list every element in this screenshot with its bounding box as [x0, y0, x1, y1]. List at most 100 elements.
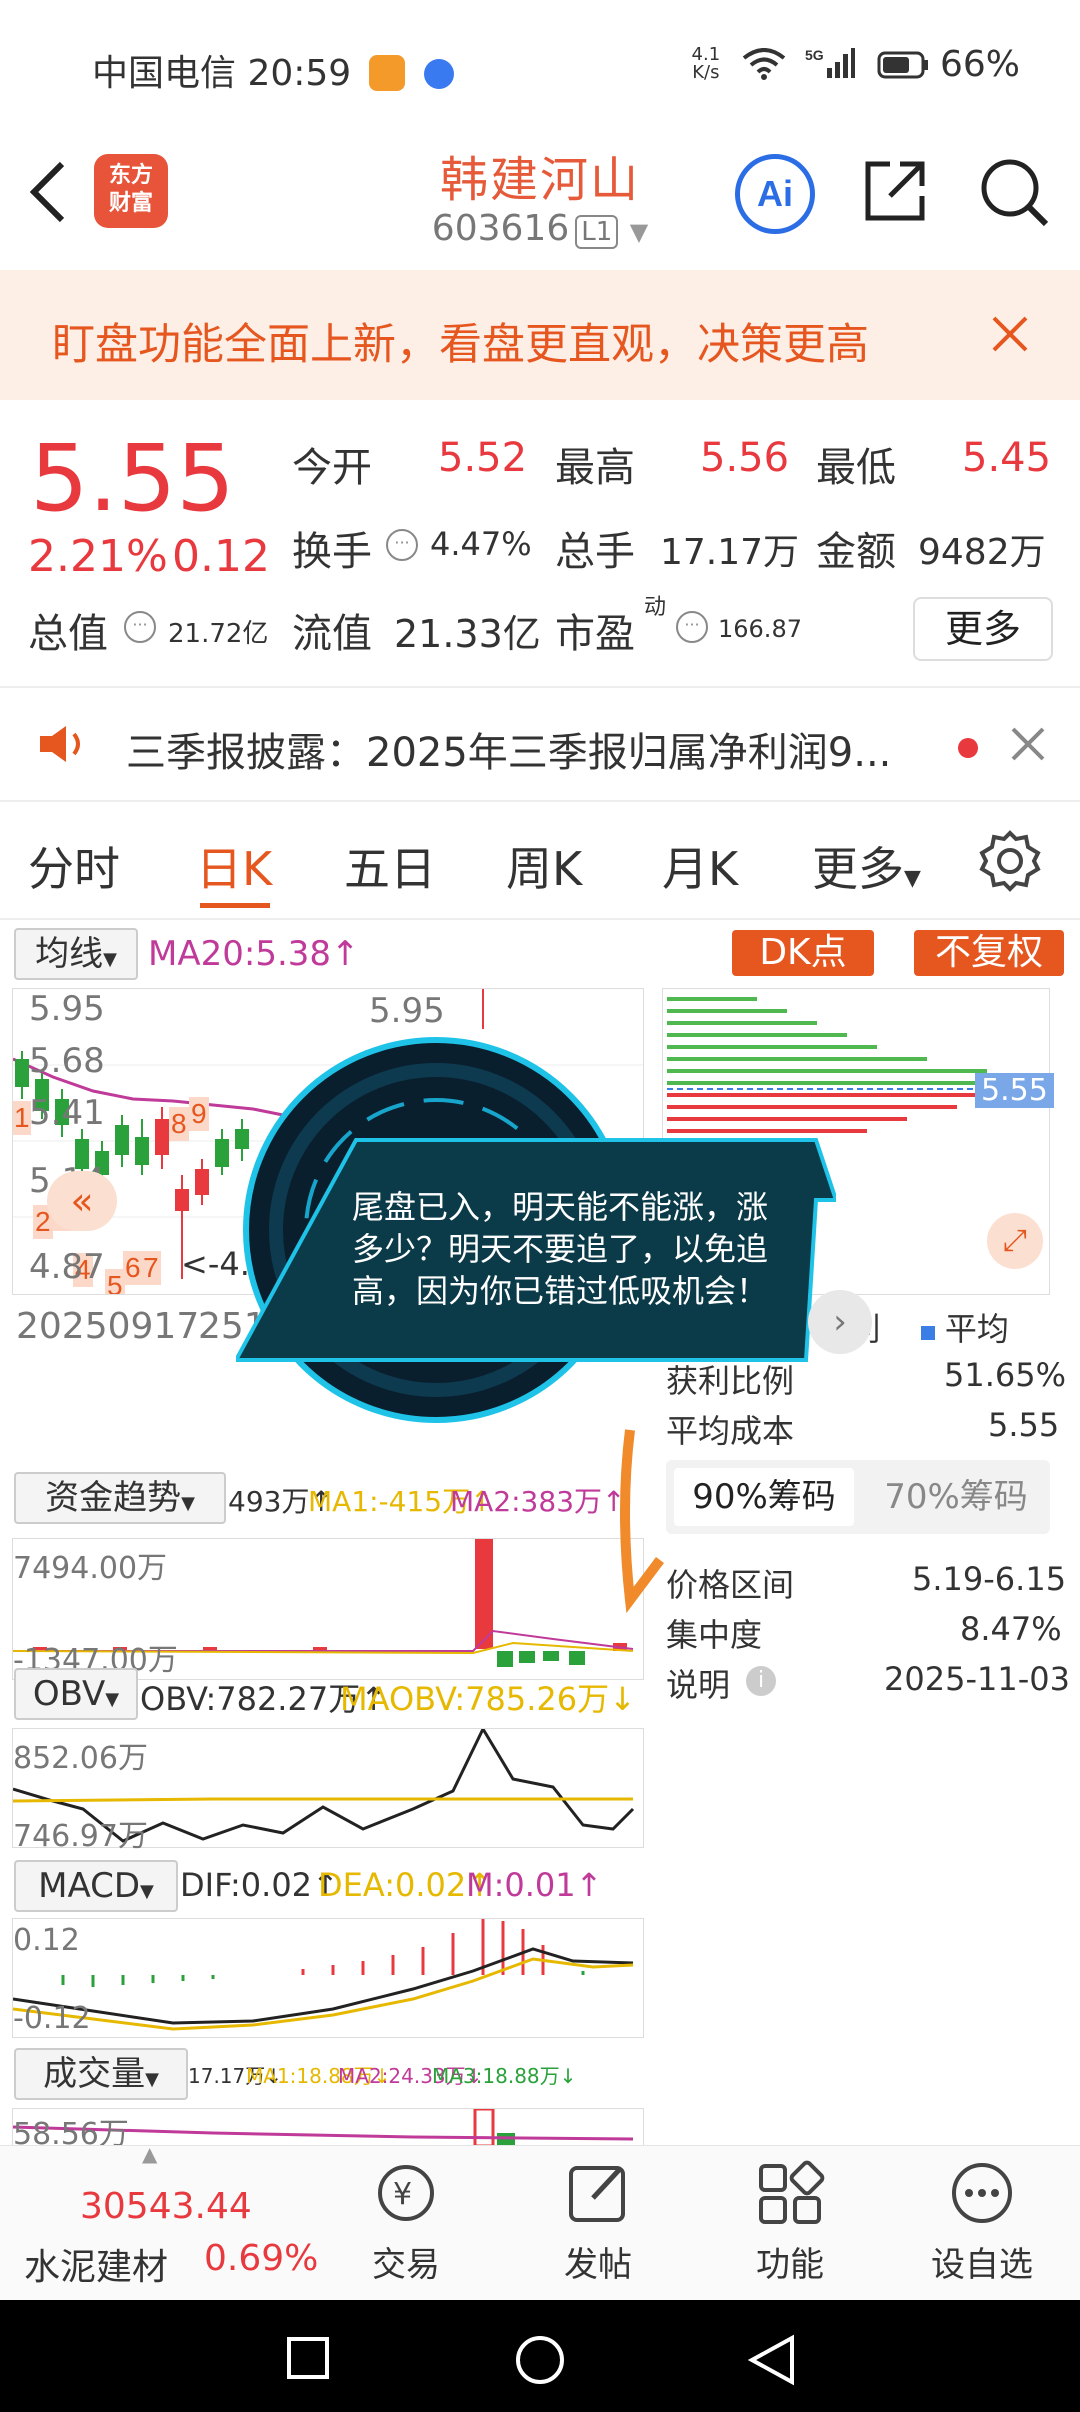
dropdown-triangle-icon: ▼ [904, 866, 921, 891]
avg-swatch [920, 1326, 935, 1340]
trade-icon: ¥ [378, 2165, 434, 2221]
macd-select[interactable]: MACD▼ [14, 1860, 178, 1912]
ma-select[interactable]: 均线▼ [14, 928, 138, 980]
fund-trend-chart[interactable]: 7494.00万 -1347.00万 [12, 1538, 644, 1680]
search-icon[interactable] [978, 156, 1050, 228]
obv-bottom-tick: 746.97万 [13, 1819, 148, 1854]
ai-button[interactable]: Ai [735, 154, 815, 234]
more-button[interactable]: 更多 [913, 597, 1053, 661]
nav-post[interactable]: 发帖 [538, 2158, 658, 2286]
status-bar: 中国电信 20:59 4.1 K/s 5G 66% [0, 0, 1080, 130]
tab-monthly-k[interactable]: 月K [662, 833, 738, 899]
note-date: 2025-11-03 [884, 1660, 1070, 1698]
volume-select[interactable]: 成交量▼ [14, 2048, 188, 2100]
clock: 20:59 [247, 53, 352, 94]
obv-select[interactable]: OBV▼ [14, 1668, 138, 1720]
index-pct: 0.69% [204, 2238, 319, 2279]
macd-chart[interactable]: 0.12 -0.12 [12, 1918, 644, 2038]
net-speed: 4.1 K/s [691, 44, 721, 83]
tab-minute[interactable]: 分时 [28, 833, 120, 899]
level-badge: L1 [575, 215, 619, 249]
close-icon[interactable] [990, 314, 1030, 354]
dropdown-triangle-icon: ▼ [103, 949, 117, 970]
banner-text: 盯盘功能全面上新，看盘更直观，决策更高 [52, 320, 869, 370]
nav-trade[interactable]: ¥ 交易 [346, 2158, 466, 2286]
pe-label: 市盈 [555, 611, 635, 657]
y-tick: 5.68 [29, 1041, 105, 1081]
volume-chart[interactable]: 58.56万 [12, 2108, 644, 2146]
tab-chip-90[interactable]: 90%筹码 [674, 1468, 854, 1526]
turnover-value: 4.47% [430, 525, 532, 563]
macd-dif: DIF:0.02↑ [180, 1866, 339, 1904]
tab-daily-k[interactable]: 日K [196, 833, 272, 899]
macd-svg [12, 1919, 634, 2031]
system-nav-bar [0, 2300, 1080, 2412]
gear-icon[interactable] [978, 829, 1042, 893]
high-label: 最高 [555, 445, 635, 491]
tab-weekly-k[interactable]: 周K [506, 833, 582, 899]
adjust-button[interactable]: 不复权 [914, 930, 1064, 976]
svg-text:5G: 5G [805, 47, 824, 63]
info-dots-icon[interactable]: ··· [124, 611, 156, 643]
more-dots-icon [952, 2163, 1012, 2223]
vol-ma3: MA3:18.88万↓ [432, 2064, 577, 2088]
tab-chip-70[interactable]: 70%筹码 [876, 1468, 1036, 1526]
dropdown-triangle-icon: ▼ [145, 2069, 159, 2090]
nav-add-watchlist[interactable]: 设自选 [922, 2158, 1042, 2286]
y-tick: 5.95 [29, 989, 105, 1029]
seq-label: 1 [14, 1102, 30, 1133]
maobv-value: MAOBV:785.26万↓ [340, 1680, 636, 1718]
obv-chart[interactable]: 852.06万 746.97万 [12, 1725, 644, 1854]
promo-banner[interactable]: 盯盘功能全面上新，看盘更直观，决策更高 [0, 270, 1080, 400]
dropdown-triangle-icon: ▼ [140, 1881, 154, 1902]
swipe-hint-arrow [620, 1429, 664, 1614]
pe-dynamic-mark: 动 [644, 595, 667, 620]
expand-icon[interactable]: ⤢ [987, 1213, 1043, 1269]
index-value[interactable]: 30543.44 [80, 2186, 252, 2227]
seq-label: 5 [107, 1270, 123, 1294]
close-icon[interactable] [1010, 726, 1046, 762]
nav-function[interactable]: 功能 [730, 2158, 850, 2286]
announcement-bar[interactable]: 三季报披露：2025年三季报归属净利润9... [0, 690, 1080, 800]
index-name[interactable]: 水泥建材 [24, 2238, 168, 2290]
share-icon[interactable] [860, 156, 930, 226]
unread-dot [958, 738, 978, 758]
low-label: 最低 [816, 445, 896, 491]
battery-icon [877, 51, 928, 79]
scroll-left-button[interactable]: « [47, 1171, 117, 1231]
signal-5g-icon: 5G [805, 47, 856, 78]
back-icon[interactable] [748, 2334, 796, 2386]
home-icon[interactable] [514, 2334, 566, 2386]
pe-value: 166.87 [718, 615, 802, 643]
seq-label: 6 [125, 1252, 141, 1283]
collapse-arrow-icon[interactable]: ▲ [142, 2142, 157, 2166]
chip-tabs: 90%筹码 70%筹码 [666, 1460, 1050, 1534]
tab-five-day[interactable]: 五日 [344, 833, 436, 899]
recent-apps-icon[interactable] [286, 2336, 330, 2380]
ad-popup-text: 尾盘已入，明天能不能涨，涨多少？明天不要追了，以免追高，因为你已错过低吸机会！ [352, 1188, 769, 1310]
info-icon[interactable]: i [746, 1666, 776, 1696]
macd-bottom-tick: -0.12 [13, 2001, 91, 2036]
fund-trend-select[interactable]: 资金趋势▼ [14, 1472, 226, 1524]
quote-panel: 5.55 2.21% 0.12 今开 5.52 最高 5.56 最低 5.45 … [0, 405, 1080, 685]
amount-label: 金额 [816, 529, 896, 575]
app-notification-icon-2 [424, 59, 455, 89]
chip-price-tag: 5.55 [975, 1073, 1054, 1108]
info-dots-icon[interactable]: ··· [386, 529, 418, 561]
active-tab-underline [200, 903, 270, 908]
turnover-label: 换手 [292, 529, 372, 575]
dk-point-button[interactable]: DK点 [732, 930, 874, 976]
tab-more[interactable]: 更多▼ [812, 833, 921, 899]
seq-label: 9 [191, 1098, 207, 1129]
edit-icon [569, 2166, 625, 2222]
obv-top-tick: 852.06万 [13, 1741, 148, 1776]
scroll-right-button[interactable]: › [808, 1290, 872, 1354]
change-pct: 2.21% [28, 531, 168, 582]
dropdown-triangle-icon: ▼ [181, 1493, 195, 1514]
float-label: 流值 [292, 611, 372, 657]
info-dots-icon[interactable]: ··· [676, 611, 708, 643]
macd-m: M:0.01↑ [466, 1866, 603, 1904]
macd-top-tick: 0.12 [13, 1923, 80, 1958]
date-start: 20250917 [16, 1306, 200, 1347]
vol-top-tick: 58.56万 [13, 2117, 129, 2146]
